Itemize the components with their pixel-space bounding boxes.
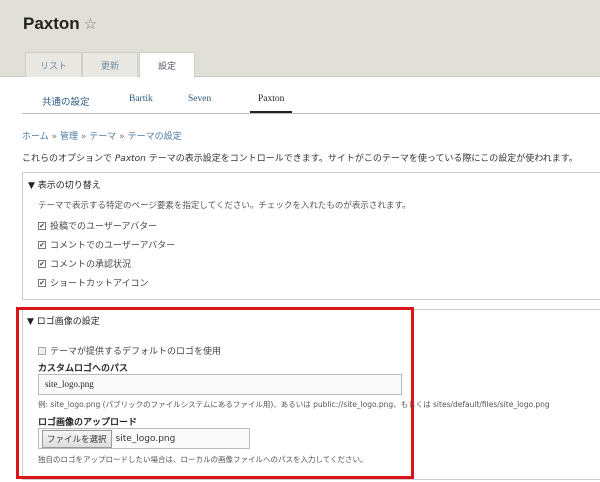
page-header: Paxton ☆ リスト 更新 設定	[0, 0, 600, 78]
subtab-paxton[interactable]: Paxton	[250, 94, 293, 113]
toggle-help: テーマで表示する特定のページ要素を指定してください。チェックを入れたものが表示さ…	[38, 201, 411, 211]
toggle-legend[interactable]: ▼ 表示の切り替え	[28, 178, 101, 191]
tab-settings[interactable]: 設定	[139, 52, 195, 78]
checkbox-label: コメントでのユーザーアバター	[50, 241, 176, 251]
breadcrumb-theme[interactable]: テーマ	[89, 132, 116, 142]
logo-upload-label: ロゴ画像のアップロード	[38, 418, 138, 428]
checkbox-post-avatar[interactable]: ✔ 投稿でのユーザーアバター	[38, 219, 157, 232]
logo-path-input[interactable]: site_logo.png	[38, 374, 402, 395]
logo-upload-field[interactable]: ファイルを選択 site_logo.png	[38, 428, 250, 449]
breadcrumb-home[interactable]: ホーム	[22, 132, 49, 142]
star-icon[interactable]: ☆	[84, 16, 97, 33]
checkbox-checked-icon[interactable]: ✔	[38, 259, 46, 268]
breadcrumb: ホーム » 管理 » テーマ » テーマの設定	[22, 129, 182, 142]
title-text: Paxton	[23, 14, 80, 33]
page-title: Paxton ☆	[23, 14, 97, 34]
checkbox-checked-icon[interactable]: ✔	[38, 221, 46, 230]
desc-before: これらのオプションで	[22, 154, 115, 164]
checkbox-comment-avatar[interactable]: ✔ コメントでのユーザーアバター	[38, 238, 175, 251]
checkbox-checked-icon[interactable]: ✔	[38, 240, 46, 249]
breadcrumb-separator: »	[51, 132, 58, 142]
checkbox-checked-icon[interactable]: ✔	[38, 278, 46, 287]
tab-update[interactable]: 更新	[82, 52, 138, 77]
choose-file-button[interactable]: ファイルを選択	[42, 429, 112, 448]
subtab-seven[interactable]: Seven	[188, 94, 211, 104]
checkbox-default-logo[interactable]: テーマが提供するデフォルトのロゴを使用	[38, 344, 221, 357]
checkbox-comment-status[interactable]: ✔ コメントの承認状況	[38, 257, 131, 270]
secondary-tabs: 共通の設定 Bartik Seven Paxton	[22, 89, 600, 114]
checkbox-shortcut-icon[interactable]: ✔ ショートカットアイコン	[38, 276, 149, 289]
checkbox-label: コメントの承認状況	[50, 260, 132, 270]
logo-path-label: カスタムロゴへのパス	[38, 364, 129, 374]
checkbox-label: テーマが提供するデフォルトのロゴを使用	[50, 347, 222, 357]
logo-path-help: 例: site_logo.png (パブリックのファイルシステムにあるファイル用…	[38, 400, 550, 409]
desc-theme: Paxton	[114, 154, 146, 164]
desc-after: テーマの表示設定をコントロールできます。サイトがこのテーマを使っている際にこの設…	[145, 154, 578, 164]
breadcrumb-theme-settings[interactable]: テーマの設定	[128, 132, 182, 142]
subtab-bartik[interactable]: Bartik	[129, 94, 153, 104]
checkbox-label: 投稿でのユーザーアバター	[50, 222, 158, 232]
logo-legend[interactable]: ▼ ロゴ画像の設定	[27, 314, 100, 327]
checkbox-label: ショートカットアイコン	[50, 279, 149, 289]
breadcrumb-separator: »	[80, 132, 87, 142]
breadcrumb-separator: »	[119, 132, 125, 142]
logo-upload-help: 独自のロゴをアップロードしたい場合は、ローカルの画像ファイルへのパスを入力してく…	[38, 455, 368, 464]
selected-file-name: site_logo.png	[115, 433, 176, 444]
checkbox-unchecked-icon[interactable]	[38, 346, 46, 355]
tab-list[interactable]: リスト	[25, 52, 82, 77]
breadcrumb-admin[interactable]: 管理	[60, 132, 78, 142]
page-description: これらのオプションで Paxton テーマの表示設定をコントロールできます。サイ…	[22, 151, 578, 164]
subtab-global[interactable]: 共通の設定	[42, 94, 90, 108]
